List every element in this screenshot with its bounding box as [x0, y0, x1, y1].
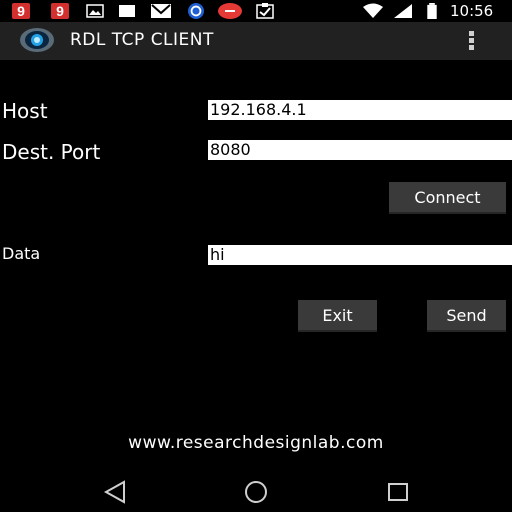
- record-notification-icon: [218, 3, 242, 19]
- rdl-logo-icon: [20, 28, 54, 52]
- website-link[interactable]: www.researchdesignlab.com: [0, 433, 512, 453]
- status-bar: 9 9 10:56: [0, 0, 512, 22]
- square-notification-icon: [119, 5, 135, 17]
- navigation-bar: [0, 472, 512, 512]
- number-nine-notification-icon: 9: [51, 3, 69, 19]
- clipboard-check-notification-icon: [256, 3, 274, 19]
- sync-notification-icon: [188, 3, 204, 19]
- back-icon[interactable]: [100, 480, 130, 504]
- dest-port-label: Dest. Port: [2, 140, 101, 164]
- data-input[interactable]: [208, 245, 512, 265]
- action-bar: RDL TCP CLIENT: [0, 22, 512, 60]
- number-nine-notification-icon: 9: [12, 3, 30, 19]
- recents-icon[interactable]: [383, 480, 413, 504]
- host-input[interactable]: [208, 100, 512, 120]
- host-label: Host: [2, 99, 48, 123]
- app-title: RDL TCP CLIENT: [70, 30, 214, 50]
- signal-icon: [394, 4, 412, 18]
- dest-port-input[interactable]: [208, 140, 512, 160]
- overflow-menu-icon[interactable]: [462, 29, 482, 53]
- connect-button[interactable]: Connect: [389, 182, 506, 214]
- gmail-notification-icon: [151, 4, 171, 18]
- send-button[interactable]: Send: [427, 300, 506, 332]
- home-icon[interactable]: [241, 480, 271, 504]
- app-screen: 9 9 10:56 RDL TCP CLIENT Host 192.168.4.…: [0, 0, 512, 512]
- exit-button[interactable]: Exit: [298, 300, 377, 332]
- image-notification-icon: [86, 4, 104, 18]
- battery-icon: [427, 3, 437, 19]
- wifi-icon: [363, 3, 383, 18]
- data-label: Data: [2, 244, 41, 263]
- status-clock: 10:56: [450, 2, 494, 20]
